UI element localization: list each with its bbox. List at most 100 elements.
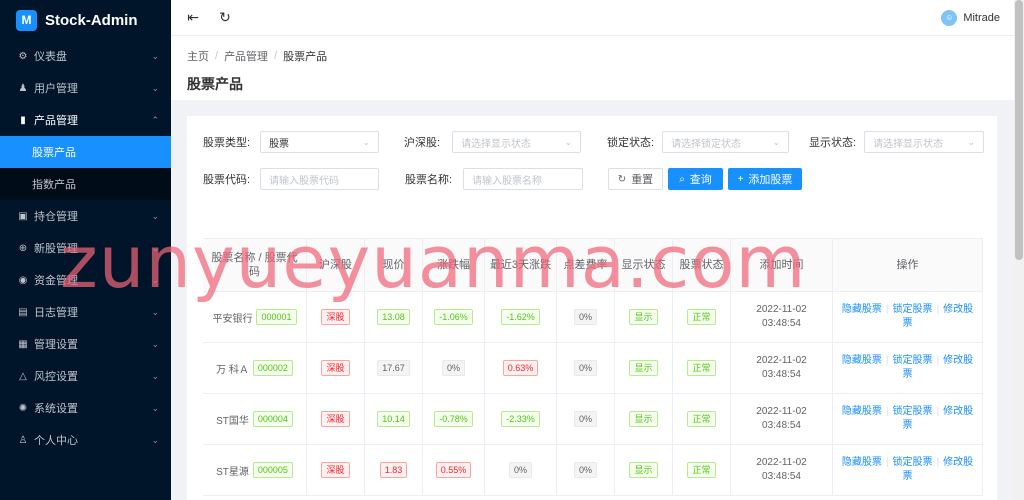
sidebar-item-funds[interactable]: ◉ 资金管理 ⌄ bbox=[0, 264, 171, 296]
fee-tag: 0% bbox=[573, 360, 597, 376]
code-placeholder: 请输入股票代码 bbox=[269, 175, 340, 187]
cell-status: 正常 bbox=[673, 292, 731, 342]
sidebar-item-label: 仪表盘 bbox=[34, 51, 67, 63]
lock-select[interactable]: 请选择锁定状态 ⌄ bbox=[662, 131, 790, 153]
refresh-icon[interactable]: ↻ bbox=[215, 8, 235, 28]
col-header-ops: 操作 bbox=[833, 239, 983, 291]
status-tag: 正常 bbox=[687, 360, 716, 376]
chevron-down-icon: ⌄ bbox=[151, 82, 159, 93]
change3-tag: -1.62% bbox=[501, 309, 540, 325]
user-menu[interactable]: ☺ Mitrade bbox=[941, 9, 1000, 26]
chevron-down-icon: ⌄ bbox=[967, 136, 976, 147]
hide-stock-link[interactable]: 隐藏股票 bbox=[842, 355, 882, 366]
add-stock-button[interactable]: + 添加股票 bbox=[728, 168, 802, 190]
add-time: 03:48:54 bbox=[762, 318, 801, 329]
fee-tag: 0% bbox=[573, 309, 597, 325]
show-select[interactable]: 请选择显示状态 ⌄ bbox=[864, 131, 985, 153]
cell-name: ST星源 000005 bbox=[203, 445, 307, 495]
show-label: 显示状态: bbox=[809, 137, 857, 149]
sidebar-item-ipo[interactable]: ⊕ 新股管理 ⌄ bbox=[0, 232, 171, 264]
breadcrumb-section[interactable]: 产品管理 bbox=[224, 48, 268, 64]
chevron-down-icon: ⌄ bbox=[564, 136, 573, 147]
scrollbar-thumb[interactable] bbox=[1015, 0, 1023, 260]
page-title: 股票产品 bbox=[187, 76, 243, 92]
lock-stock-link[interactable]: 锁定股票 bbox=[893, 406, 933, 417]
sidebar-item-profile[interactable]: ♙ 个人中心 ⌄ bbox=[0, 424, 171, 456]
hide-stock-link[interactable]: 隐藏股票 bbox=[842, 406, 882, 417]
hide-stock-link[interactable]: 隐藏股票 bbox=[842, 457, 882, 468]
add-date: 2022-11-02 bbox=[756, 406, 807, 417]
name-input[interactable]: 请输入股票名称 bbox=[463, 168, 584, 190]
breadcrumb-home[interactable]: 主页 bbox=[187, 48, 209, 64]
sidebar-item-label: 系统设置 bbox=[34, 403, 78, 415]
market-select[interactable]: 请选择显示状态 ⌄ bbox=[452, 131, 582, 153]
sidebar-item-system[interactable]: ✺ 系统设置 ⌄ bbox=[0, 392, 171, 424]
row-actions: 隐藏股票 | 锁定股票 | 修改股票 bbox=[837, 354, 978, 382]
stock-type-value: 股票 bbox=[269, 138, 290, 150]
page-scrollbar[interactable] bbox=[1014, 0, 1024, 500]
sidebar-subitem-index-products[interactable]: 指数产品 bbox=[0, 168, 171, 200]
table-row: ST星源 000005 深股 1.83 0.55% 0% 0% 显示 正常 20… bbox=[203, 445, 983, 496]
chevron-down-icon: ⌄ bbox=[362, 136, 371, 147]
cell-ops: 隐藏股票 | 锁定股票 | 修改股票 bbox=[833, 394, 983, 444]
market-placeholder: 请选择显示状态 bbox=[461, 138, 532, 150]
price-tag: 10.14 bbox=[377, 411, 410, 427]
change-tag: 0.55% bbox=[435, 462, 472, 478]
query-button[interactable]: ⌕ 查询 bbox=[668, 168, 723, 190]
stock-table: 股票名称 / 股票代码 沪深股 现价 涨跌幅 最近3天涨跌 点差费率 显示状态 … bbox=[203, 238, 983, 496]
cell-status: 正常 bbox=[673, 445, 731, 495]
cell-fee: 0% bbox=[557, 394, 615, 444]
code-input[interactable]: 请输入股票代码 bbox=[260, 168, 380, 190]
sidebar-item-dashboard[interactable]: ⚙ 仪表盘 ⌄ bbox=[0, 40, 171, 72]
reset-button[interactable]: ↻ 重置 bbox=[608, 168, 663, 190]
code-label: 股票代码: bbox=[203, 174, 251, 186]
cell-show: 显示 bbox=[615, 343, 673, 393]
show-tag: 显示 bbox=[629, 462, 658, 478]
warning-icon: △ bbox=[19, 370, 27, 382]
sidebar-item-positions[interactable]: ▣ 持仓管理 ⌄ bbox=[0, 200, 171, 232]
lock-stock-link[interactable]: 锁定股票 bbox=[893, 355, 933, 366]
brand-logo: M bbox=[16, 9, 37, 31]
sidebar-item-risk[interactable]: △ 风控设置 ⌄ bbox=[0, 360, 171, 392]
sidebar-item-users[interactable]: ♟ 用户管理 ⌄ bbox=[0, 72, 171, 104]
cell-time: 2022-11-02 03:48:54 bbox=[731, 292, 833, 342]
top-header: ⇤ ↻ ☺ Mitrade bbox=[171, 0, 1024, 36]
market-tag: 深股 bbox=[321, 309, 350, 325]
sidebar-subitem-stock-products[interactable]: 股票产品 bbox=[0, 136, 171, 168]
log-icon: ▤ bbox=[18, 306, 28, 318]
sidebar-item-logs[interactable]: ▤ 日志管理 ⌄ bbox=[0, 296, 171, 328]
cell-name: ST国华 000004 bbox=[203, 394, 307, 444]
stock-code-tag: 000004 bbox=[252, 411, 293, 427]
col-header-change: 涨跌幅 bbox=[423, 239, 485, 291]
lock-stock-link[interactable]: 锁定股票 bbox=[893, 304, 933, 315]
show-tag: 显示 bbox=[629, 360, 658, 376]
stock-name: ST国华 bbox=[216, 415, 249, 427]
sidebar-item-products[interactable]: ▮ 产品管理 ⌃ bbox=[0, 104, 171, 136]
page-header: 主页 / 产品管理 / 股票产品 股票产品 bbox=[171, 36, 1014, 100]
add-date: 2022-11-02 bbox=[756, 304, 807, 315]
breadcrumb-separator: / bbox=[215, 50, 219, 62]
cell-name: 平安银行 000001 bbox=[203, 292, 307, 342]
stock-name: ST星源 bbox=[216, 466, 249, 478]
col-header-time: 添加时间 bbox=[731, 239, 833, 291]
brand[interactable]: M Stock-Admin bbox=[0, 0, 171, 40]
cell-price: 17.67 bbox=[365, 343, 423, 393]
hide-stock-link[interactable]: 隐藏股票 bbox=[842, 304, 882, 315]
breadcrumb-current: 股票产品 bbox=[283, 51, 328, 63]
lock-stock-link[interactable]: 锁定股票 bbox=[893, 457, 933, 468]
stock-type-select[interactable]: 股票 ⌄ bbox=[260, 131, 380, 153]
change-tag: -0.78% bbox=[434, 411, 473, 427]
stock-name: 平安银行 bbox=[212, 313, 253, 325]
price-tag: 1.83 bbox=[379, 462, 408, 478]
change3-tag: -2.33% bbox=[501, 411, 540, 427]
action-divider: | bbox=[885, 355, 889, 366]
cell-time: 2022-11-02 03:48:54 bbox=[731, 445, 833, 495]
menu-fold-icon[interactable]: ⇤ bbox=[183, 8, 203, 28]
sidebar-item-admin-settings[interactable]: ▦ 管理设置 ⌄ bbox=[0, 328, 171, 360]
cell-fee: 0% bbox=[557, 343, 615, 393]
cell-change3: 0% bbox=[485, 445, 557, 495]
reset-icon: ↻ bbox=[617, 173, 627, 185]
cell-market: 深股 bbox=[307, 343, 365, 393]
sidebar-item-label: 个人中心 bbox=[34, 435, 78, 447]
status-tag: 正常 bbox=[687, 309, 716, 325]
